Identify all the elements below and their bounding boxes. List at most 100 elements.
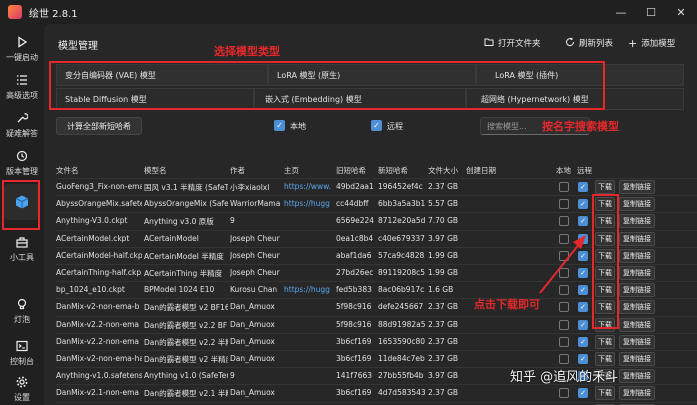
model-type-hypernetwork[interactable]: 超网络 (Hypernetwork) 模型 [466, 88, 684, 110]
copy-link-button[interactable]: 复制链接 [619, 283, 655, 298]
copy-link-button[interactable]: 复制链接 [619, 317, 655, 332]
cell-home[interactable] [284, 216, 332, 227]
sidebar-item-tools[interactable]: 小工具 [0, 234, 44, 263]
remote-checkbox[interactable]: ✓ [578, 182, 588, 192]
copy-link-button[interactable]: 复制链接 [619, 369, 655, 384]
local-checkbox[interactable] [559, 388, 569, 399]
copy-link-button[interactable]: 复制链接 [619, 386, 655, 401]
local-checkbox[interactable] [559, 182, 569, 192]
local-checkbox[interactable] [559, 336, 569, 347]
local-checkbox[interactable]: ✓ [274, 120, 285, 131]
col-header-home[interactable]: 主页 [284, 165, 299, 177]
local-checkbox[interactable] [559, 216, 569, 227]
local-checkbox-label: 本地 [290, 122, 306, 131]
col-header-old-hash[interactable]: 旧短哈希 [336, 165, 366, 177]
maximize-icon[interactable]: ☐ [636, 0, 666, 24]
copy-link-button[interactable]: 复制链接 [619, 214, 655, 229]
cell-model: ACertainThing 半精度 [144, 269, 223, 278]
sidebar-item-advanced[interactable]: 高级选项 [0, 72, 44, 101]
download-button[interactable]: 下载 [595, 248, 615, 263]
download-button[interactable]: 下载 [595, 231, 615, 246]
cell-home[interactable]: https://www. [284, 182, 332, 193]
model-type-vae[interactable]: 变分自编码器 (VAE) 模型 [56, 64, 268, 86]
remote-checkbox[interactable]: ✓ [578, 354, 588, 364]
cell-home[interactable] [284, 388, 332, 399]
remote-checkbox[interactable]: ✓ [578, 199, 588, 210]
refresh-list-label: 刷新列表 [579, 39, 614, 49]
download-button[interactable]: 下载 [595, 214, 615, 229]
cell-home[interactable] [284, 337, 332, 348]
cell-size: 1.99 GB [428, 250, 459, 260]
sidebar-item-console[interactable]: 控制台 [0, 338, 44, 367]
remote-checkbox[interactable]: ✓ [578, 336, 588, 347]
copy-link-button[interactable]: 复制链接 [619, 197, 655, 212]
copy-link-button[interactable]: 复制链接 [619, 300, 655, 315]
sidebar-item-settings[interactable]: 设置 [0, 374, 44, 403]
cell-author: 小李xiaolxl [230, 183, 270, 192]
model-type-lora-native[interactable]: LoRA 模型 (原生) [268, 64, 476, 86]
col-header-file[interactable]: 文件名 [56, 165, 79, 177]
remote-checkbox[interactable]: ✓ [371, 120, 382, 131]
download-button[interactable]: 下载 [595, 317, 615, 332]
cell-home[interactable] [284, 320, 332, 331]
download-button[interactable]: 下载 [595, 352, 615, 366]
download-button[interactable]: 下载 [595, 334, 615, 349]
close-icon[interactable]: ✕ [666, 0, 696, 24]
minimize-icon[interactable]: — [606, 0, 636, 24]
download-button[interactable]: 下载 [595, 180, 615, 194]
copy-link-button[interactable]: 复制链接 [619, 248, 655, 263]
calc-hash-button[interactable]: 计算全部新短哈希 [56, 117, 142, 135]
add-model-button[interactable]: + 添加模型 [628, 36, 675, 50]
plus-icon: + [628, 36, 638, 50]
cell-home[interactable] [284, 354, 332, 365]
download-button[interactable]: 下载 [595, 300, 615, 315]
col-header-local[interactable]: 本地 [556, 165, 571, 177]
cell-home[interactable]: https://hugg [284, 199, 332, 210]
open-folder-label: 打开文件夹 [498, 39, 541, 49]
col-header-remote[interactable]: 远程 [577, 165, 592, 177]
local-checkbox[interactable] [559, 199, 569, 210]
cell-home[interactable] [284, 234, 332, 245]
cell-old: 49bd2aa1 [336, 182, 374, 191]
copy-link-button[interactable]: 复制链接 [619, 180, 655, 194]
refresh-list-button[interactable]: 刷新列表 [565, 36, 613, 50]
copy-link-button[interactable]: 复制链接 [619, 334, 655, 349]
model-type-lora-plugin[interactable]: LoRA 模型 (插件) [476, 64, 684, 86]
cell-home[interactable] [284, 371, 332, 382]
col-header-model[interactable]: 模型名 [144, 165, 167, 177]
table-row: DanMix-v2-non-ema-b Dan的霸者模型 v2 BF16 Dan_A… [56, 298, 697, 315]
download-button[interactable]: 下载 [595, 386, 615, 401]
local-checkbox[interactable] [559, 354, 569, 364]
cell-home[interactable]: https://hugg [284, 285, 332, 296]
download-button[interactable]: 下载 [595, 283, 615, 298]
download-button[interactable]: 下载 [595, 266, 615, 280]
download-button[interactable]: 下载 [595, 197, 615, 212]
sidebar-item-launch[interactable]: 一键启动 [0, 34, 44, 63]
cell-old: 3b6cf169 [336, 388, 372, 398]
remote-checkbox[interactable]: ✓ [578, 216, 588, 227]
col-header-new-hash[interactable]: 新短哈希 [378, 165, 408, 177]
model-type-stable-diffusion[interactable]: Stable Diffusion 模型 [56, 88, 254, 110]
cell-home[interactable] [284, 268, 332, 279]
sidebar-item-versions[interactable]: 版本管理 [0, 148, 44, 177]
copy-link-button[interactable]: 复制链接 [619, 266, 655, 280]
wrench-icon [14, 110, 30, 126]
sidebar-item-troubleshoot[interactable]: 疑难解答 [0, 110, 44, 139]
copy-link-button[interactable]: 复制链接 [619, 231, 655, 246]
open-folder-button[interactable]: 打开文件夹 [484, 36, 541, 50]
cell-size: 2.37 GB [428, 319, 459, 329]
col-header-author[interactable]: 作者 [230, 165, 245, 177]
cell-home[interactable] [284, 251, 332, 262]
remote-checkbox[interactable]: ✓ [578, 388, 588, 399]
col-header-date[interactable]: 创建日期 [466, 165, 496, 177]
cell-home[interactable] [284, 302, 332, 313]
local-checkbox[interactable] [559, 302, 569, 313]
sidebar-item-models[interactable] [4, 184, 40, 220]
remote-checkbox[interactable]: ✓ [578, 302, 588, 313]
col-header-size[interactable]: 文件大小 [428, 165, 458, 177]
model-type-embedding[interactable]: 嵌入式 (Embedding) 模型 [254, 88, 466, 110]
sidebar-item-bulb[interactable]: 灯泡 [0, 296, 44, 325]
remote-checkbox[interactable]: ✓ [578, 319, 588, 330]
copy-link-button[interactable]: 复制链接 [619, 352, 655, 366]
local-checkbox[interactable] [559, 319, 569, 330]
